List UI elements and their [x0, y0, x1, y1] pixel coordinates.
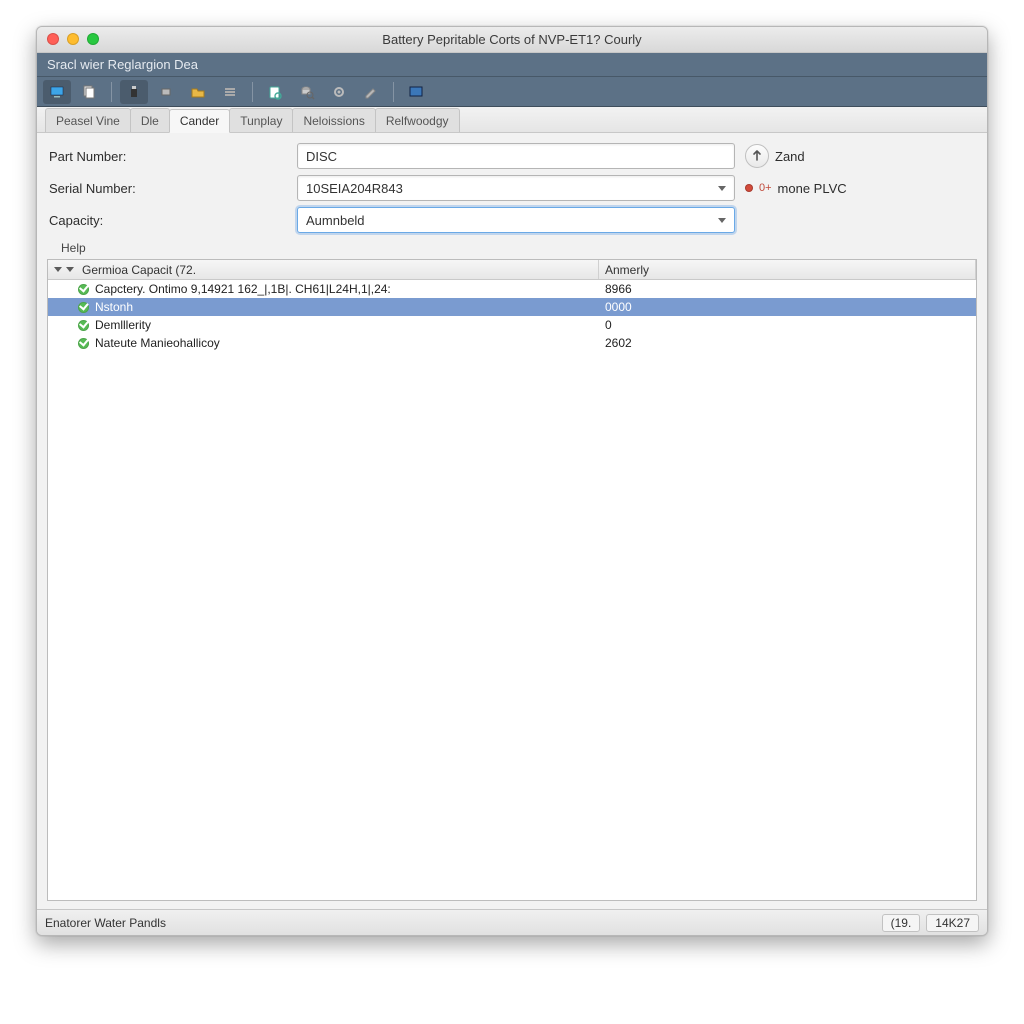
- table-row[interactable]: Nateute Manieohallicoy 2602: [48, 334, 976, 352]
- search-db-icon: [299, 84, 315, 100]
- zoom-icon[interactable]: [87, 33, 99, 45]
- toolbar-refresh-button[interactable]: [261, 80, 289, 104]
- minimize-icon[interactable]: [67, 33, 79, 45]
- error-dot-icon: [745, 184, 753, 192]
- capacity-value: Aumnbeld: [306, 213, 365, 228]
- toolbar-search-db-button[interactable]: [293, 80, 321, 104]
- capacity-table: Germioa Capacit (72. Anmerly Capctery. O…: [47, 259, 977, 901]
- chip-icon: [158, 84, 174, 100]
- refresh-icon: [267, 84, 283, 100]
- serial-number-label: Serial Number:: [47, 181, 297, 196]
- edit-icon: [363, 84, 379, 100]
- table-body: Capctery. Ontimo 9,14921 162_|,1B|. CH61…: [48, 280, 976, 900]
- toolbar-copy-button[interactable]: [75, 80, 103, 104]
- toolbar-chip-button[interactable]: [152, 80, 180, 104]
- tab-tunplay[interactable]: Tunplay: [229, 108, 293, 132]
- serial-number-value: 10SEIA204R843: [306, 181, 403, 196]
- part-number-input[interactable]: [297, 143, 735, 169]
- usb-icon: [126, 84, 142, 100]
- cell-value: 0000: [605, 300, 632, 314]
- copy-icon: [81, 84, 97, 100]
- zand-button[interactable]: [745, 144, 769, 168]
- mone-prefix: 0+: [759, 182, 772, 194]
- part-number-label: Part Number:: [47, 149, 297, 164]
- toolbar-folder-button[interactable]: [184, 80, 212, 104]
- toolbar-separator: [111, 82, 112, 102]
- row-part-number: Part Number: Zand: [47, 143, 977, 169]
- tab-cander[interactable]: Cander: [169, 109, 230, 133]
- table-row[interactable]: Demlllerity 0: [48, 316, 976, 334]
- tab-relfwoodgy[interactable]: Relfwoodgy: [375, 108, 460, 132]
- capacity-select[interactable]: Aumnbeld: [297, 207, 735, 233]
- check-icon: [78, 338, 89, 349]
- toolbar-screen-button[interactable]: [402, 80, 430, 104]
- status-bar: Enatorer Water Pandls (19. 14K27: [37, 909, 987, 935]
- serial-number-select[interactable]: 10SEIA204R843: [297, 175, 735, 201]
- column-label: Germioa Capacit (72.: [78, 263, 196, 277]
- window-controls: [47, 33, 99, 45]
- subheader-text: Sracl wier Reglargion Dea: [47, 57, 198, 72]
- toolbar-gear-button[interactable]: [325, 80, 353, 104]
- toolbar-monitor-button[interactable]: [43, 80, 71, 104]
- tab-label: Dle: [141, 114, 159, 128]
- tab-label: Relfwoodgy: [386, 114, 449, 128]
- row-serial-number: Serial Number: 10SEIA204R843 0+ mone PLV…: [47, 175, 977, 201]
- cell-value: 8966: [605, 282, 632, 296]
- cell-name: Capctery. Ontimo 9,14921 162_|,1B|. CH61…: [95, 282, 391, 296]
- window-title: Battery Pepritable Corts of NVP-ET1? Cou…: [37, 32, 987, 47]
- app-window: Battery Pepritable Corts of NVP-ET1? Cou…: [36, 26, 988, 936]
- cell-name: Nstonh: [95, 300, 133, 314]
- title-bar: Battery Pepritable Corts of NVP-ET1? Cou…: [37, 27, 987, 53]
- help-label: Help: [47, 239, 977, 255]
- chevron-down-icon: [718, 186, 726, 191]
- icon-toolbar: [37, 77, 987, 107]
- cell-value: 0: [605, 318, 612, 332]
- chevron-down-icon: [54, 267, 62, 272]
- chevron-down-icon: [718, 218, 726, 223]
- table-row[interactable]: Nstonh 0000: [48, 298, 976, 316]
- status-box-2: 14K27: [926, 914, 979, 932]
- status-box-1: (19.: [882, 914, 921, 932]
- screen-icon: [408, 84, 424, 100]
- up-arrow-icon: [750, 149, 764, 163]
- tab-label: Neloissions: [303, 114, 364, 128]
- column-header-value[interactable]: Anmerly: [599, 260, 976, 279]
- tab-label: Cander: [180, 114, 219, 128]
- toolbar-list-button[interactable]: [216, 80, 244, 104]
- tab-peasel-vine[interactable]: Peasel Vine: [45, 108, 131, 132]
- cell-value: 2602: [605, 336, 632, 350]
- chevron-down-icon: [66, 267, 74, 272]
- capacity-label: Capacity:: [47, 213, 297, 228]
- toolbar-usb-button[interactable]: [120, 80, 148, 104]
- cell-name: Nateute Manieohallicoy: [95, 336, 220, 350]
- tab-neloissions[interactable]: Neloissions: [292, 108, 375, 132]
- check-icon: [78, 320, 89, 331]
- tab-label: Tunplay: [240, 114, 282, 128]
- subheader-bar: Sracl wier Reglargion Dea: [37, 53, 987, 77]
- main-panel: Part Number: Zand Serial Number: 10SEIA2…: [37, 133, 987, 909]
- toolbar-separator: [393, 82, 394, 102]
- check-icon: [78, 284, 89, 295]
- zand-label: Zand: [775, 149, 805, 164]
- tabs: Peasel Vine Dle Cander Tunplay Neloissio…: [37, 107, 987, 133]
- toolbar-separator: [252, 82, 253, 102]
- status-left: Enatorer Water Pandls: [45, 916, 166, 930]
- column-header-name[interactable]: Germioa Capacit (72.: [48, 260, 599, 279]
- table-header: Germioa Capacit (72. Anmerly: [48, 260, 976, 280]
- folder-icon: [190, 84, 206, 100]
- status-right: (19. 14K27: [882, 914, 979, 932]
- tab-label: Peasel Vine: [56, 114, 120, 128]
- cell-name: Demlllerity: [95, 318, 151, 332]
- list-icon: [222, 84, 238, 100]
- mone-label: mone PLVC: [778, 181, 847, 196]
- check-icon: [78, 302, 89, 313]
- row-capacity: Capacity: Aumnbeld: [47, 207, 977, 233]
- column-label: Anmerly: [605, 263, 649, 277]
- toolbar-edit-button[interactable]: [357, 80, 385, 104]
- table-row[interactable]: Capctery. Ontimo 9,14921 162_|,1B|. CH61…: [48, 280, 976, 298]
- gear-icon: [331, 84, 347, 100]
- close-icon[interactable]: [47, 33, 59, 45]
- monitor-icon: [49, 84, 65, 100]
- tab-dle[interactable]: Dle: [130, 108, 170, 132]
